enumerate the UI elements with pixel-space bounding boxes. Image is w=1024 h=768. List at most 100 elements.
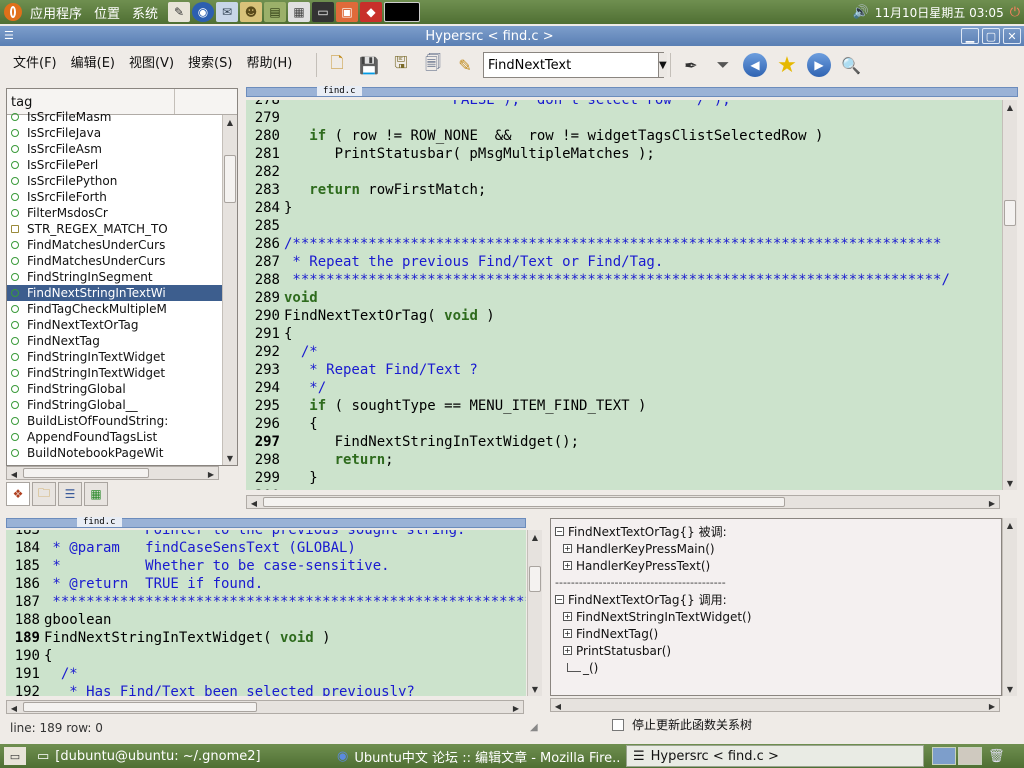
called-by-header-row[interactable]: − FindNextTextOrTag{} 被调:	[555, 523, 997, 540]
code-line[interactable]: 283 return rowFirstMatch;	[246, 181, 1002, 199]
code-line[interactable]: 288 ************************************…	[246, 271, 1002, 289]
code-line[interactable]: 290 FindNextTextOrTag( void )	[246, 307, 1002, 325]
scroll-up-icon[interactable]: ▲	[528, 530, 542, 544]
code-line[interactable]: 286/************************************…	[246, 235, 1002, 253]
code-line[interactable]: 289 void	[246, 289, 1002, 307]
main-code-editor[interactable]: 278 FALSE ); don't select row */ ); 279 28…	[246, 100, 1002, 490]
tag-list-item[interactable]: FindStringInTextWidget	[7, 365, 223, 381]
main-editor-hscrollbar[interactable]: ◀ ▶	[246, 495, 1000, 509]
tag-list-item[interactable]: IsSrcFileForth	[7, 189, 223, 205]
main-editor-tab-label[interactable]: find.c	[317, 86, 362, 96]
black-box-icon[interactable]	[384, 2, 421, 22]
scroll-left-icon[interactable]: ◀	[7, 701, 21, 715]
secondary-editor-tab[interactable]: find.c	[6, 517, 526, 528]
tag-list-item[interactable]: BuildNotebookPageWit	[7, 445, 223, 459]
menu-edit[interactable]: 编辑(E)	[64, 52, 122, 71]
code-line[interactable]: 300	[246, 487, 1002, 490]
find-text-icon[interactable]: ✒	[677, 51, 705, 79]
tag-list-item[interactable]: FindStringGlobal	[7, 381, 223, 397]
ubuntu-logo-icon[interactable]	[4, 3, 22, 21]
terminal-launcher-icon[interactable]: ▭	[312, 2, 335, 22]
file-launcher-icon[interactable]: ▦	[288, 2, 311, 22]
tag-list-item[interactable]: AppendFoundTagsList	[7, 429, 223, 445]
tree-node[interactable]: + FindNextStringInTextWidget()	[555, 608, 997, 625]
scroll-down-icon[interactable]: ▼	[1003, 476, 1017, 490]
scroll-left-icon[interactable]: ◀	[247, 496, 261, 510]
tags-tab-icon[interactable]: ❖	[6, 482, 30, 506]
secondary-editor-scroll-thumb[interactable]	[529, 566, 541, 592]
tree-node[interactable]: + PrintStatusbar()	[555, 642, 997, 659]
text-editor-launcher-icon[interactable]: ✎	[168, 2, 191, 22]
tag-list-item[interactable]: FindMatchesUnderCurs	[7, 253, 223, 269]
collapse-icon[interactable]: −	[555, 527, 564, 536]
main-editor-vscrollbar[interactable]: ▲ ▼	[1002, 100, 1017, 490]
tag-list-item[interactable]: FilterMsdosCr	[7, 205, 223, 221]
zoom-search-icon[interactable]: 🔍	[837, 51, 865, 79]
secondary-editor-hscrollbar[interactable]: ◀ ▶	[6, 700, 524, 714]
user-launcher-icon[interactable]: ☻	[240, 2, 263, 22]
code-line[interactable]: 282	[246, 163, 1002, 181]
tag-list-item[interactable]: BuildListOfFoundString:	[7, 413, 223, 429]
maximize-icon[interactable]: ▢	[982, 28, 1000, 44]
tag-list-item[interactable]: STR_REGEX_MATCH_TO	[7, 221, 223, 237]
save-all-icon[interactable]: 🗐	[419, 51, 447, 79]
tag-list-item[interactable]: IsSrcFilePerl	[7, 157, 223, 173]
code-line[interactable]: 184 * @param findCaseSensText (GLOBAL)	[6, 539, 526, 557]
scroll-down-icon[interactable]: ▼	[528, 682, 542, 696]
calls-header-row[interactable]: − FindNextTextOrTag{} 调用:	[555, 591, 997, 608]
minimize-icon[interactable]: ▁	[961, 28, 979, 44]
secondary-code-editor[interactable]: 183 * Pointer to the previous sought str…	[6, 530, 526, 696]
tag-list-item[interactable]: FindNextTag	[7, 333, 223, 349]
filter-icon[interactable]: ⏷	[709, 51, 737, 79]
code-line[interactable]: 284}	[246, 199, 1002, 217]
expand-icon[interactable]: +	[563, 646, 572, 655]
tag-list-item[interactable]: FindStringInSegment	[7, 269, 223, 285]
scroll-up-icon[interactable]: ▲	[1003, 100, 1017, 114]
menu-search[interactable]: 搜索(S)	[181, 52, 239, 71]
scroll-left-icon[interactable]: ◀	[551, 699, 565, 713]
secondary-editor-tab-label[interactable]: find.c	[77, 517, 122, 527]
tag-list-scroll-thumb[interactable]	[224, 155, 236, 203]
mail-launcher-icon[interactable]: ✉	[216, 2, 239, 22]
clock[interactable]: 11月10日星期五 03:05	[875, 4, 1004, 21]
freeze-tree-checkbox-row[interactable]: 停止更新此函数关系树	[612, 716, 752, 733]
code-line[interactable]: 280 if ( row != ROW_NONE && row != widge…	[246, 127, 1002, 145]
tag-list-item[interactable]: FindMatchesUnderCurs	[7, 237, 223, 253]
chevron-down-icon[interactable]: ▼	[658, 53, 667, 77]
window-menu-icon[interactable]: ☰	[4, 29, 18, 43]
browser-launcher-icon[interactable]: ◉	[192, 2, 215, 22]
code-line[interactable]: 183 * Pointer to the previous sought str…	[6, 530, 526, 539]
code-line[interactable]: 189 FindNextStringInTextWidget( void )	[6, 629, 526, 647]
code-line[interactable]: 191 /*	[6, 665, 526, 683]
code-line[interactable]: 299 }	[246, 469, 1002, 487]
collapse-icon[interactable]: −	[555, 595, 564, 604]
expand-icon[interactable]: +	[563, 629, 572, 638]
tag-list-hscroll-thumb[interactable]	[23, 468, 149, 478]
volume-icon[interactable]: 🔊	[853, 5, 869, 20]
workspace-1[interactable]	[932, 747, 956, 765]
search-combo[interactable]: ▼	[483, 52, 667, 78]
code-line[interactable]: 190{	[6, 647, 526, 665]
code-line[interactable]: 188 gboolean	[6, 611, 526, 629]
code-line[interactable]: 185 * Whether to be case-sensitive.	[6, 557, 526, 575]
menu-file[interactable]: 文件(F)	[6, 52, 64, 71]
scroll-up-icon[interactable]: ▲	[223, 115, 237, 129]
code-line[interactable]: 285	[246, 217, 1002, 235]
code-line[interactable]: 281 PrintStatusbar( pMsgMultipleMatches …	[246, 145, 1002, 163]
code-line[interactable]: 187 ************************************…	[6, 593, 526, 611]
code-line[interactable]: 298 return;	[246, 451, 1002, 469]
expand-icon[interactable]: +	[563, 561, 572, 570]
tag-list-item[interactable]: FindNextStringInTextWi	[7, 285, 223, 301]
scroll-right-icon[interactable]: ▶	[985, 496, 999, 510]
forward-icon[interactable]: ▶	[805, 51, 833, 79]
trash-icon[interactable]: 🗑	[988, 749, 1005, 764]
resize-grip-icon[interactable]: ◢	[530, 722, 538, 733]
tree-node[interactable]: + FindNextTag()	[555, 625, 997, 642]
workspace-2[interactable]	[958, 747, 982, 765]
code-line[interactable]: 293 * Repeat Find/Text ?	[246, 361, 1002, 379]
tag-list-item[interactable]: IsSrcFilePython	[7, 173, 223, 189]
scroll-right-icon[interactable]: ▶	[509, 701, 523, 715]
code-line[interactable]: 279	[246, 109, 1002, 127]
scroll-right-icon[interactable]: ▶	[985, 699, 999, 713]
scroll-left-icon[interactable]: ◀	[7, 467, 21, 481]
